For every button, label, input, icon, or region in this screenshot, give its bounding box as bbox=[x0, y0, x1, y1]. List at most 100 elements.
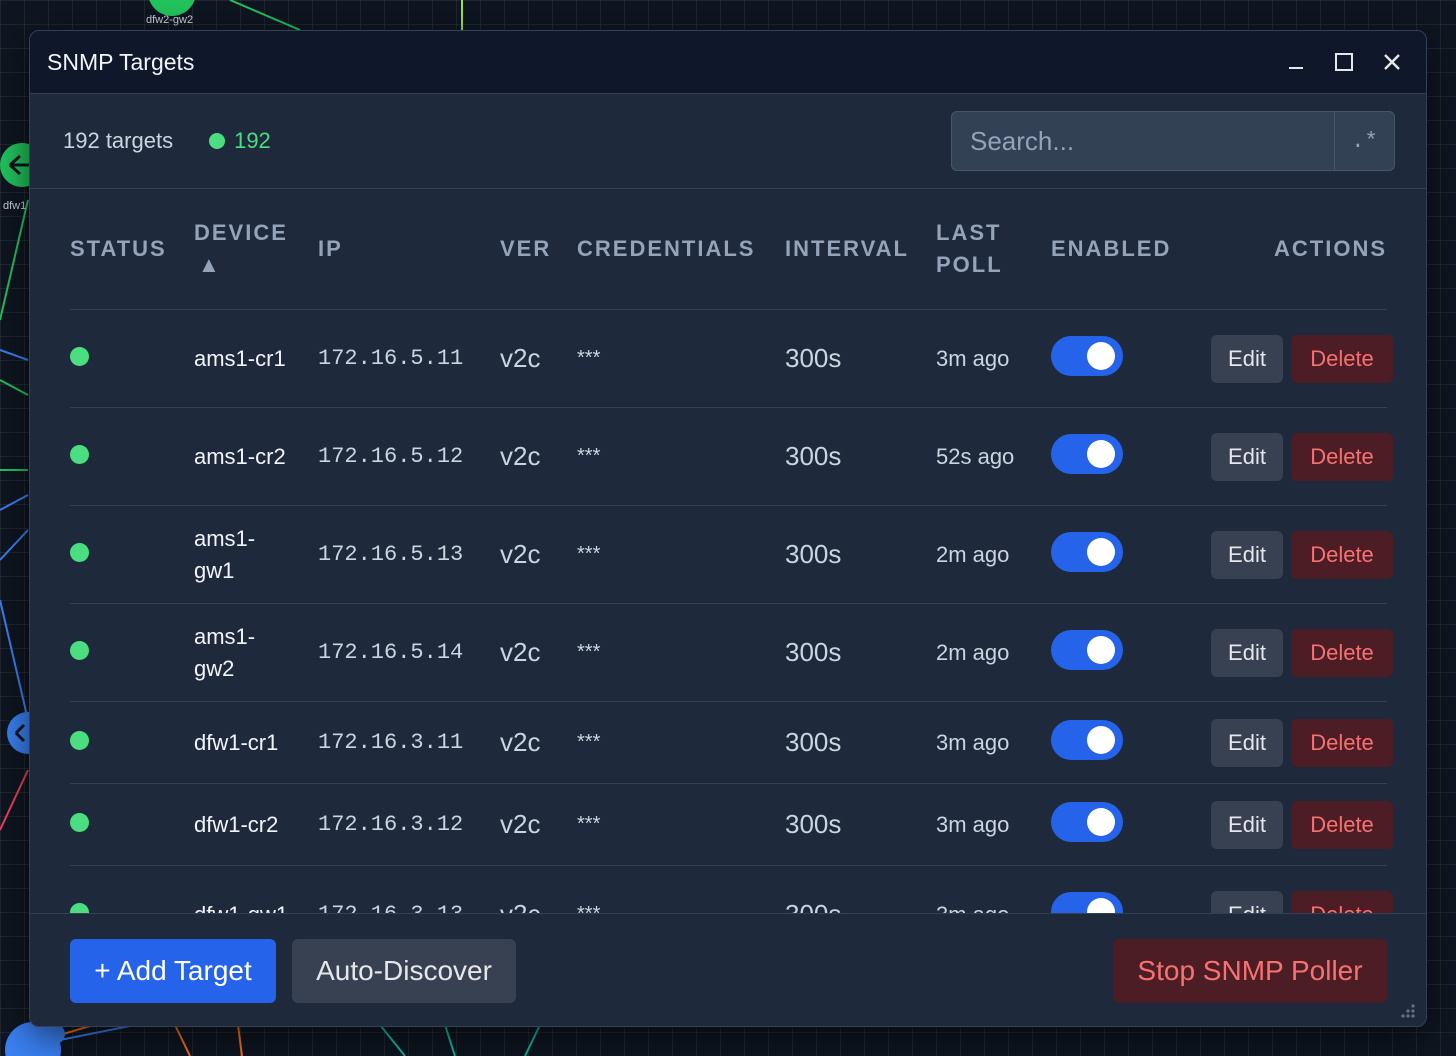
targets-table: STATUS DEVICE ▲ IP VER CREDENTIALS INTERV… bbox=[70, 189, 1393, 914]
col-header-ip[interactable]: IP bbox=[318, 189, 500, 310]
delete-button[interactable]: Delete bbox=[1291, 628, 1393, 677]
router-node-bottom[interactable] bbox=[5, 1022, 65, 1056]
col-header-last-poll[interactable]: LAST POLL bbox=[936, 189, 1051, 310]
delete-button[interactable]: Delete bbox=[1291, 432, 1393, 481]
toggle-knob bbox=[1087, 635, 1115, 664]
delete-button[interactable]: Delete bbox=[1291, 718, 1393, 767]
window-controls bbox=[1280, 31, 1408, 93]
node-label-top: dfw2-gw2 bbox=[146, 14, 193, 26]
device-name: ams1-gw1 bbox=[194, 525, 256, 583]
delete-button[interactable]: Delete bbox=[1291, 800, 1393, 849]
snmp-version: v2c bbox=[500, 505, 577, 604]
ip-address: 172.16.5.13 bbox=[318, 505, 500, 604]
enabled-toggle[interactable] bbox=[1051, 433, 1123, 474]
table-row: dfw1-cr1 172.16.3.11 v2c *** 300s 3m ago… bbox=[70, 701, 1393, 784]
poll-interval: 300s bbox=[785, 407, 936, 506]
table-header-row: STATUS DEVICE ▲ IP VER CREDENTIALS INTERV… bbox=[70, 189, 1387, 310]
device-name: dfw1-cr1 bbox=[194, 729, 279, 755]
add-target-button[interactable]: + Add Target bbox=[70, 939, 276, 1003]
toolbar: 192 targets 192 .* bbox=[30, 94, 1426, 189]
delete-button[interactable]: Delete bbox=[1291, 334, 1393, 383]
enabled-toggle[interactable] bbox=[1051, 801, 1123, 842]
device-name: dfw1-gw1 bbox=[194, 899, 294, 914]
toggle-knob bbox=[1087, 341, 1115, 370]
col-header-device[interactable]: DEVICE ▲ bbox=[194, 189, 318, 310]
enabled-toggle[interactable] bbox=[1051, 719, 1123, 760]
credentials: *** bbox=[577, 407, 785, 506]
node-label-left: dfw1 bbox=[3, 200, 26, 212]
snmp-version: v2c bbox=[500, 783, 577, 866]
last-poll: 3m ago bbox=[936, 783, 1051, 866]
resize-grip-icon[interactable] bbox=[1400, 1003, 1416, 1019]
minimize-icon bbox=[1289, 67, 1303, 69]
toggle-knob bbox=[1087, 897, 1115, 913]
targets-table-area[interactable]: STATUS DEVICE ▲ IP VER CREDENTIALS INTERV… bbox=[30, 189, 1426, 913]
table-row: ams1-gw2 172.16.5.14 v2c *** 300s 2m ago… bbox=[70, 603, 1393, 702]
enabled-toggle[interactable] bbox=[1051, 531, 1123, 572]
minimize-button[interactable] bbox=[1280, 46, 1312, 78]
enabled-toggle[interactable] bbox=[1051, 891, 1123, 913]
last-poll: 2m ago bbox=[936, 505, 1051, 604]
col-header-status[interactable]: STATUS bbox=[70, 189, 194, 310]
close-button[interactable] bbox=[1376, 46, 1408, 78]
online-count: 192 bbox=[209, 128, 271, 154]
ip-address: 172.16.5.12 bbox=[318, 407, 500, 506]
status-online-dot bbox=[70, 444, 89, 464]
regex-toggle-button[interactable]: .* bbox=[1334, 112, 1394, 170]
credentials: *** bbox=[577, 505, 785, 604]
auto-discover-button[interactable]: Auto-Discover bbox=[292, 939, 516, 1003]
edit-button[interactable]: Edit bbox=[1211, 890, 1283, 913]
enabled-toggle[interactable] bbox=[1051, 629, 1123, 670]
enabled-toggle[interactable] bbox=[1051, 335, 1123, 376]
col-header-device-label: DEVICE bbox=[194, 220, 288, 245]
credentials: *** bbox=[577, 309, 785, 408]
edit-button[interactable]: Edit bbox=[1211, 530, 1283, 579]
maximize-icon bbox=[1335, 53, 1353, 71]
ip-address: 172.16.5.11 bbox=[318, 309, 500, 408]
poll-interval: 300s bbox=[785, 865, 936, 913]
col-header-interval[interactable]: INTERVAL bbox=[785, 189, 936, 310]
table-row: ams1-gw1 172.16.5.13 v2c *** 300s 2m ago… bbox=[70, 505, 1393, 604]
snmp-version: v2c bbox=[500, 407, 577, 506]
poll-interval: 300s bbox=[785, 309, 936, 408]
edit-button[interactable]: Edit bbox=[1211, 718, 1283, 767]
edit-button[interactable]: Edit bbox=[1211, 432, 1283, 481]
table-row: dfw1-cr2 172.16.3.12 v2c *** 300s 3m ago… bbox=[70, 783, 1393, 866]
device-name: dfw1-cr2 bbox=[194, 811, 279, 837]
toggle-knob bbox=[1087, 439, 1115, 468]
stop-poller-button[interactable]: Stop SNMP Poller bbox=[1113, 939, 1387, 1003]
col-header-credentials[interactable]: CREDENTIALS bbox=[577, 189, 785, 310]
window-title: SNMP Targets bbox=[47, 48, 195, 75]
ip-address: 172.16.3.11 bbox=[318, 701, 500, 784]
edit-button[interactable]: Edit bbox=[1211, 800, 1283, 849]
online-status-dot bbox=[209, 133, 226, 149]
col-header-ver[interactable]: VER bbox=[500, 189, 577, 310]
edit-button[interactable]: Edit bbox=[1211, 628, 1283, 677]
poll-interval: 300s bbox=[785, 783, 936, 866]
toggle-knob bbox=[1087, 807, 1115, 836]
snmp-version: v2c bbox=[500, 603, 577, 702]
col-header-last-poll-line1: LAST bbox=[936, 220, 1002, 245]
snmp-version: v2c bbox=[500, 701, 577, 784]
delete-button[interactable]: Delete bbox=[1291, 890, 1393, 913]
status-online-dot bbox=[70, 542, 89, 562]
col-header-enabled[interactable]: ENABLED bbox=[1051, 189, 1211, 310]
sort-ascending-icon: ▲ bbox=[198, 252, 222, 277]
last-poll: 52s ago bbox=[936, 407, 1051, 506]
poll-interval: 300s bbox=[785, 701, 936, 784]
last-poll: 3m ago bbox=[936, 701, 1051, 784]
snmp-version: v2c bbox=[500, 309, 577, 408]
device-name: ams1-cr1 bbox=[194, 345, 286, 371]
maximize-button[interactable] bbox=[1328, 46, 1360, 78]
last-poll: 3m ago bbox=[936, 865, 1051, 913]
online-count-value: 192 bbox=[234, 128, 271, 153]
delete-button[interactable]: Delete bbox=[1291, 530, 1393, 579]
toggle-knob bbox=[1087, 537, 1115, 566]
credentials: *** bbox=[577, 701, 785, 784]
status-online-dot bbox=[70, 902, 89, 913]
search-input[interactable] bbox=[952, 112, 1334, 170]
edit-button[interactable]: Edit bbox=[1211, 334, 1283, 383]
table-row: dfw1-gw1 172.16.3.13 v2c *** 300s 3m ago… bbox=[70, 865, 1393, 914]
credentials: *** bbox=[577, 783, 785, 866]
title-bar[interactable]: SNMP Targets bbox=[30, 31, 1426, 94]
